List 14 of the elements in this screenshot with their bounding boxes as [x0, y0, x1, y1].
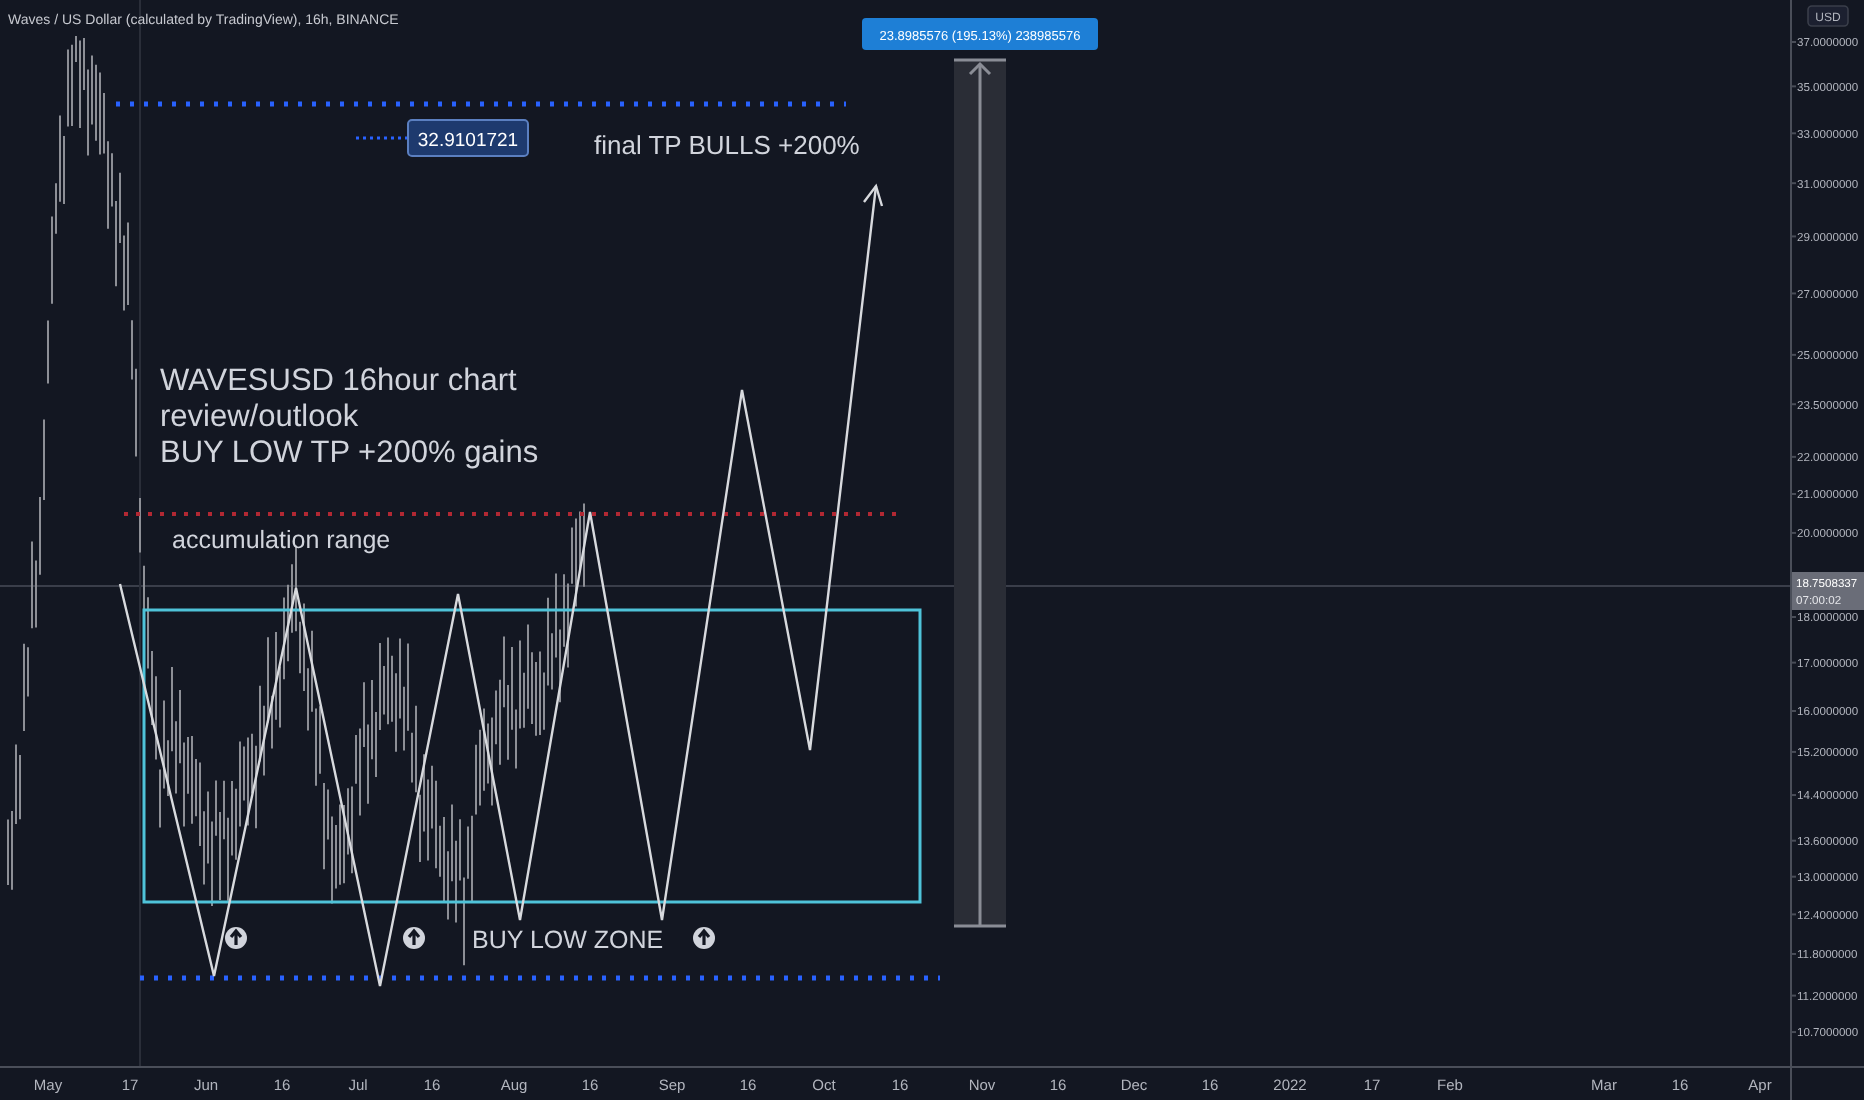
- up-arrow-icon: [225, 927, 247, 949]
- leader-line: [356, 136, 410, 140]
- annotation-text: BUY LOW TP +200% gains: [160, 436, 539, 470]
- annotation-text: final TP BULLS +200%: [594, 130, 860, 160]
- up-arrow-icon: [403, 927, 425, 949]
- annotation-text: review/outlook: [160, 400, 359, 434]
- last-price-tag-background: [1792, 572, 1864, 610]
- price-label-background: [407, 119, 529, 157]
- annotation-text: BUY LOW ZONE: [472, 926, 664, 954]
- price-label: 32.9101721: [417, 130, 519, 152]
- annotation-text: accumulation range: [172, 526, 391, 554]
- annotation-text: WAVESUSD 16hour chart: [160, 364, 517, 398]
- currency-label-background: [1807, 5, 1849, 27]
- up-arrow-icon: [693, 927, 715, 949]
